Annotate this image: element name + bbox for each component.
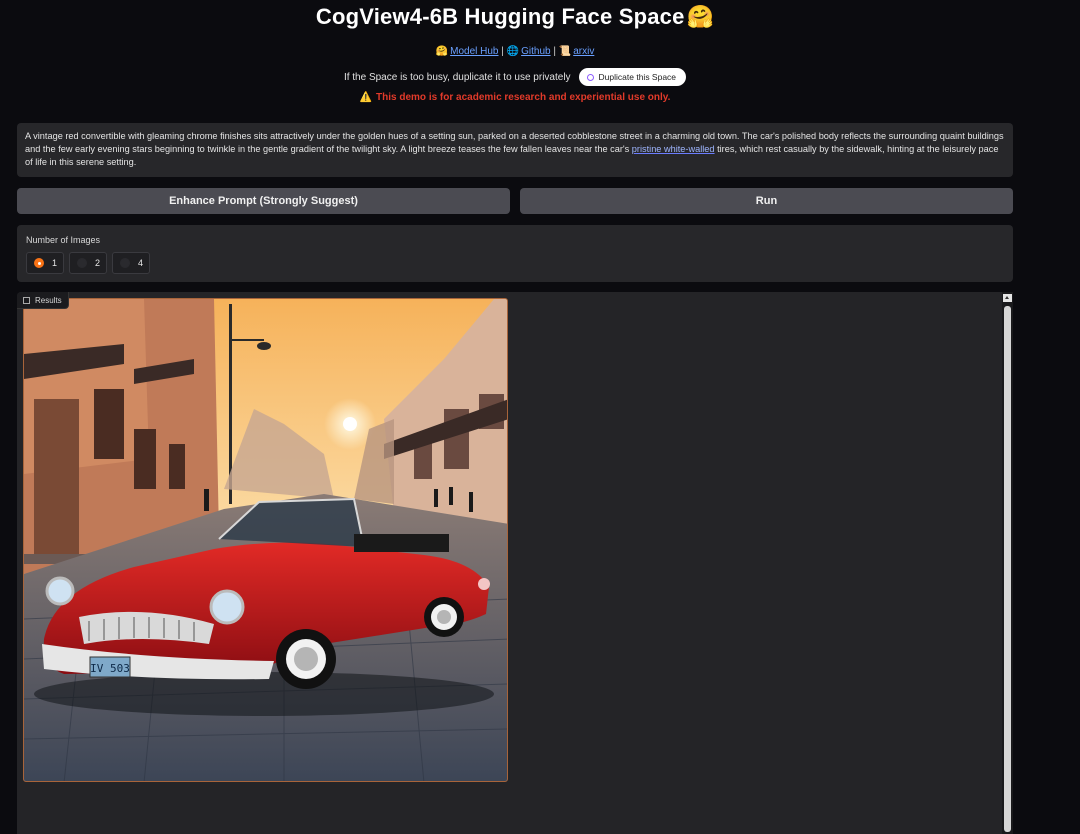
warning-text: This demo is for academic research and e…	[376, 92, 671, 103]
radio-option-4[interactable]: 4	[112, 252, 150, 274]
github-link[interactable]: Github	[521, 46, 550, 57]
scroll-icon: 📜	[558, 46, 572, 57]
radio-label: 2	[95, 258, 101, 268]
header-links: 🤗 Model Hub | 🌐 Github | 📜 arxiv	[0, 46, 1030, 57]
scroll-up-arrow-icon[interactable]	[1003, 294, 1012, 302]
radio-option-2[interactable]: 2	[69, 252, 107, 274]
busy-text: If the Space is too busy, duplicate it t…	[343, 71, 571, 83]
run-button[interactable]: Run	[520, 188, 1013, 214]
warning-icon: ⚠️	[359, 92, 373, 103]
globe-icon: 🌐	[506, 46, 520, 57]
number-of-images-radio-group: 1 2 4	[26, 252, 150, 274]
page-title-text: CogView4-6B Hugging Face Space	[315, 4, 685, 29]
number-of-images-label: Number of Images	[26, 235, 101, 245]
radio-label: 4	[138, 258, 144, 268]
gallery-icon	[23, 296, 30, 304]
duplicate-label: Duplicate this Space	[598, 72, 677, 82]
disclaimer-warning: ⚠️ This demo is for academic research and…	[0, 92, 1030, 103]
radio-label: 1	[52, 258, 58, 268]
page-title: CogView4-6B Hugging Face Space🤗	[0, 4, 1030, 30]
license-plate-text: IV 503	[90, 662, 130, 675]
duplicate-icon	[586, 73, 594, 81]
hugging-face-emoji-icon: 🤗	[686, 4, 715, 29]
enhance-prompt-button[interactable]: Enhance Prompt (Strongly Suggest)	[17, 188, 510, 214]
results-label-text: Results	[35, 295, 62, 305]
prompt-highlight: pristine white-walled	[631, 144, 715, 154]
results-gallery: Results IV 503	[17, 292, 1013, 834]
radio-option-1[interactable]: 1	[26, 252, 64, 274]
model-hub-link[interactable]: Model Hub	[450, 46, 498, 57]
number-of-images-panel: Number of Images 1 2 4	[17, 225, 1013, 282]
results-scrollbar[interactable]	[1002, 292, 1013, 834]
radio-circle-icon	[34, 258, 44, 268]
arxiv-link[interactable]: arxiv	[573, 46, 594, 57]
hugging-face-icon: 🤗	[435, 46, 449, 57]
radio-circle-icon	[120, 258, 130, 268]
prompt-textarea[interactable]: A vintage red convertible with gleaming …	[17, 123, 1013, 177]
scrollbar-thumb[interactable]	[1004, 306, 1011, 832]
generated-image[interactable]: IV 503	[23, 298, 508, 782]
link-separator: |	[553, 46, 556, 57]
link-separator: |	[501, 46, 504, 57]
duplicate-space-button[interactable]: Duplicate this Space	[578, 68, 687, 86]
duplicate-row: If the Space is too busy, duplicate it t…	[0, 68, 1030, 86]
results-label: Results	[17, 292, 69, 309]
radio-circle-icon	[77, 258, 87, 268]
